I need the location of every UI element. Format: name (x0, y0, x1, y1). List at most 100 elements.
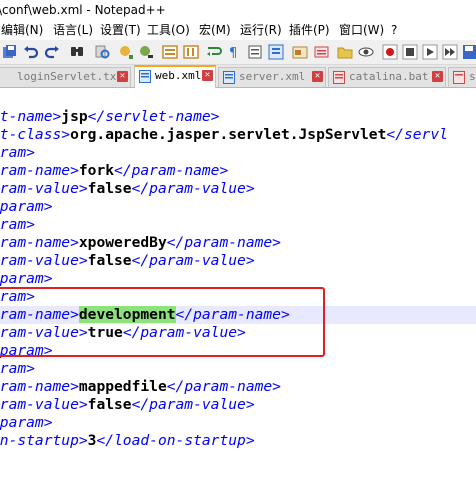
code-line[interactable]: aram-name>development</param-name> (0, 306, 476, 324)
sync-h-icon[interactable] (183, 44, 199, 60)
zoom-in-icon[interactable] (118, 44, 134, 60)
code-text: -param> (0, 342, 53, 360)
xml-value: xpoweredBy (78, 234, 167, 251)
tab-loginservlet[interactable]: loginServlet.txt ✕ (0, 67, 131, 87)
tab-web-xml[interactable]: web.xml ✕ (134, 65, 216, 88)
xml-value: false (87, 252, 132, 269)
menu-bar: 编辑(N) 语言(L) 设置(T) 工具(O) 宏(M) 运行(R) 插件(P)… (0, 20, 476, 40)
tab-label: server.xml (239, 70, 306, 83)
xml-tag: </param-name> (166, 234, 281, 251)
undo-icon[interactable] (23, 44, 39, 60)
code-line[interactable]: -param> (0, 198, 476, 216)
code-line[interactable]: aram> (0, 288, 476, 306)
find-icon[interactable] (69, 44, 85, 60)
code-text: -param> (0, 198, 53, 216)
tab-server-xml[interactable]: server.xml ✕ (218, 67, 326, 87)
tab-catalina-bat[interactable]: catalina.bat ✕ (328, 67, 446, 87)
close-icon[interactable]: ✕ (312, 71, 323, 82)
xml-tag: -param> (0, 270, 53, 287)
xml-value: jsp (61, 108, 88, 125)
play-icon[interactable] (422, 44, 438, 60)
code-line[interactable]: aram-value>false</param-value> (0, 396, 476, 414)
code-line[interactable]: aram> (0, 144, 476, 162)
xml-value: mappedfile (78, 378, 167, 395)
close-icon[interactable]: ✕ (432, 71, 443, 82)
close-icon[interactable]: ✕ (117, 71, 128, 82)
redo-icon[interactable] (44, 44, 60, 60)
menu-edit[interactable]: 编辑(N) (0, 20, 44, 40)
code-text: on-startup>3</load-on-startup> (0, 432, 255, 450)
xml-tag: -param> (0, 342, 53, 359)
indent-guide-icon[interactable] (247, 44, 263, 60)
replace-icon[interactable] (95, 44, 111, 60)
code-line[interactable]: et-name>jsp</servlet-name> (0, 108, 476, 126)
sync-v-icon[interactable] (162, 44, 178, 60)
xml-value: fork (78, 162, 115, 179)
record-icon[interactable] (382, 44, 398, 60)
code-text: aram-value>false</param-value> (0, 252, 255, 270)
code-line[interactable]: -param> (0, 270, 476, 288)
tab-spring[interactable]: sprin (448, 67, 476, 87)
menu-run[interactable]: 运行(R) (239, 20, 283, 40)
menu-tools[interactable]: 工具(O) (146, 20, 191, 40)
file-icon (139, 70, 151, 83)
xml-value: false (87, 180, 132, 197)
code-line[interactable]: aram-name>fork</param-name> (0, 162, 476, 180)
toolbar: ¶ (0, 40, 476, 65)
xml-tag: aram> (0, 144, 35, 161)
show-all-chars-icon[interactable]: ¶ (226, 44, 242, 60)
code-line[interactable]: aram-value>true</param-value> (0, 324, 476, 342)
xml-tag: aram-name> (0, 234, 79, 251)
code-line[interactable]: aram> (0, 216, 476, 234)
tab-label: catalina.bat (349, 70, 429, 83)
monitor-icon[interactable] (358, 44, 374, 60)
zoom-out-icon[interactable] (138, 44, 154, 60)
code-text: aram-value>false</param-value> (0, 396, 255, 414)
play-multi-icon[interactable] (442, 44, 458, 60)
code-text: aram-name>mappedfile</param-name> (0, 378, 281, 396)
folder-icon[interactable] (337, 44, 353, 60)
code-text: -param> (0, 270, 53, 288)
xml-tag: </servl (386, 126, 448, 143)
save-all-icon[interactable] (2, 44, 18, 60)
code-line[interactable]: et-class>org.apache.jasper.servlet.JspSe… (0, 126, 476, 144)
code-line[interactable]: -param> (0, 414, 476, 432)
doc-map-icon[interactable] (292, 44, 308, 60)
file-icon (223, 71, 235, 84)
code-text: aram-value>false</param-value> (0, 180, 255, 198)
menu-macro[interactable]: 宏(M) (198, 20, 232, 40)
code-line[interactable]: aram-name>xpoweredBy</param-name> (0, 234, 476, 252)
xml-tag: aram-value> (0, 252, 88, 269)
code-text: -param> (0, 414, 53, 432)
menu-plugins[interactable]: 插件(P) (288, 20, 331, 40)
code-line[interactable]: aram-value>false</param-value> (0, 180, 476, 198)
xml-tag: </param-name> (166, 378, 281, 395)
xml-value: org.apache.jasper.servlet.JspServlet (70, 126, 387, 143)
search-match: development (78, 306, 176, 323)
func-list-icon[interactable] (314, 44, 330, 60)
save-macro-icon[interactable] (462, 44, 476, 60)
xml-tag: </param-value> (122, 324, 246, 341)
menu-help[interactable]: ? (390, 20, 398, 40)
code-line[interactable]: aram-name>mappedfile</param-name> (0, 378, 476, 396)
editor-pane[interactable]: et-name>jsp</servlet-name>et-class>org.a… (0, 88, 476, 477)
code-line[interactable]: on-startup>3</load-on-startup> (0, 432, 476, 450)
menu-settings[interactable]: 设置(T) (99, 20, 142, 40)
close-icon[interactable]: ✕ (202, 70, 213, 81)
xml-tag: -param> (0, 414, 53, 431)
svg-text:¶: ¶ (229, 46, 237, 60)
menu-window[interactable]: 窗口(W) (338, 20, 385, 40)
code-line[interactable]: -param> (0, 342, 476, 360)
code-line[interactable]: aram> (0, 360, 476, 378)
code-text: aram> (0, 288, 35, 306)
lang-icon[interactable] (268, 44, 284, 60)
tab-bar: loginServlet.txt ✕ web.xml ✕ server.xml … (0, 65, 476, 88)
xml-tag: aram> (0, 216, 35, 233)
xml-tag: aram-value> (0, 396, 88, 413)
wrap-icon[interactable] (206, 44, 222, 60)
code-line[interactable]: aram-value>false</param-value> (0, 252, 476, 270)
stop-icon[interactable] (402, 44, 418, 60)
code-text: aram> (0, 216, 35, 234)
menu-language[interactable]: 语言(L) (52, 20, 94, 40)
xml-tag: on-startup> (0, 432, 88, 449)
